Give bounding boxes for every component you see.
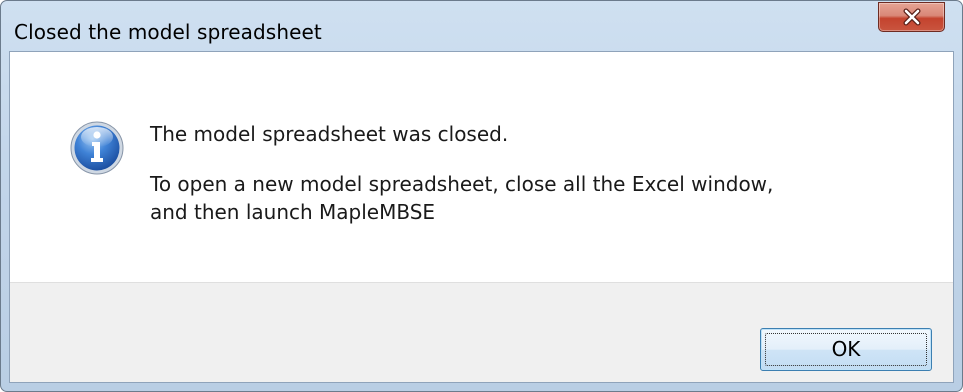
message-detail-line1: To open a new model spreadsheet, close a… xyxy=(150,172,774,196)
message-area: The model spreadsheet was closed. To ope… xyxy=(10,52,953,282)
ok-button-label: OK xyxy=(831,337,861,361)
message-main: The model spreadsheet was closed. xyxy=(150,122,509,146)
message-text: The model spreadsheet was closed. To ope… xyxy=(150,120,773,226)
dialog-client-area: The model spreadsheet was closed. To ope… xyxy=(9,51,954,383)
close-button[interactable] xyxy=(878,2,945,32)
dialog-title: Closed the model spreadsheet xyxy=(14,20,322,44)
button-bar: OK xyxy=(10,282,953,382)
title-bar[interactable]: Closed the model spreadsheet xyxy=(1,1,962,51)
close-x-icon xyxy=(903,8,921,26)
ok-button[interactable]: OK xyxy=(760,328,932,371)
message-detail-line2: and then launch MapleMBSE xyxy=(150,200,436,224)
dialog-window: Closed the model spreadsheet The model s… xyxy=(0,0,963,392)
information-icon xyxy=(70,121,124,175)
